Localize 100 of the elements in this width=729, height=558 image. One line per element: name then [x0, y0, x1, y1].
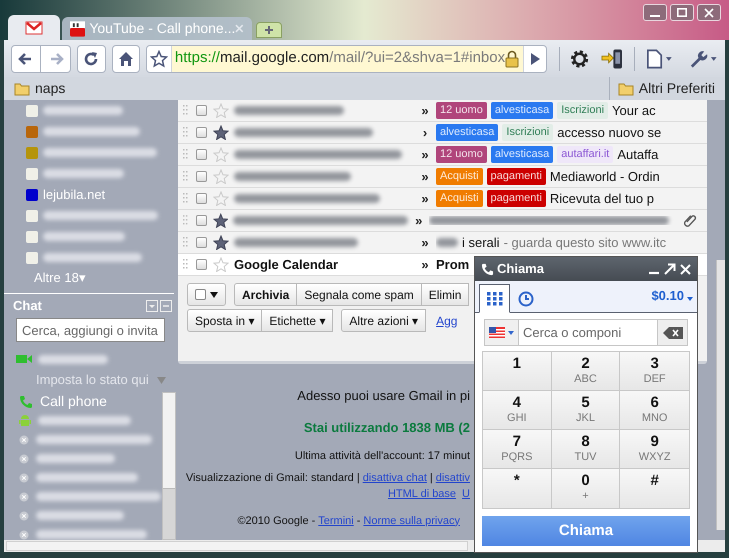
dialer-title: Chiama — [497, 260, 544, 278]
dial-key[interactable]: 2 ABC — [552, 352, 620, 391]
importance-marker: » — [421, 234, 429, 252]
offline-dot-icon — [19, 472, 29, 482]
backspace-icon — [662, 326, 682, 338]
dial-key[interactable]: * — [483, 469, 552, 508]
importance-marker: » — [421, 190, 429, 208]
message-row[interactable]: » 12 uomo alvesticasa autaffari.it Autaffa — [178, 144, 707, 166]
drag-handle-icon[interactable] — [183, 192, 188, 206]
scrollbar[interactable] — [162, 392, 176, 540]
more-link[interactable]: Agg — [436, 312, 458, 330]
dial-key[interactable]: 6 MNO — [620, 391, 689, 430]
bookmark-star-icon[interactable] — [150, 50, 168, 68]
checkbox[interactable] — [196, 105, 207, 116]
dial-key[interactable]: 9 WXYZ — [620, 430, 689, 469]
select-dropdown[interactable] — [187, 283, 226, 306]
dropdown-icon[interactable] — [146, 300, 158, 312]
drag-handle-icon[interactable] — [183, 236, 188, 250]
credit-balance[interactable]: $0.10 — [651, 286, 684, 305]
snippet-text: - guarda questo sito www.itc — [504, 234, 666, 252]
address-bar[interactable]: https://mail.google.com/mail/?ui=2&shva=1#inbox — [146, 44, 548, 72]
label-tag[interactable]: pagamenti — [486, 190, 546, 207]
chat-heading: Chat — [13, 297, 42, 316]
star-icon[interactable] — [213, 125, 229, 140]
close-button[interactable] — [697, 4, 721, 21]
message-row[interactable]: › alvesticasa Iscrizioni accesso nuovo se — [178, 122, 707, 144]
checkbox[interactable] — [196, 193, 207, 204]
phone-arrow-icon[interactable] — [601, 48, 624, 70]
label-tag[interactable]: 12 uomo — [436, 102, 487, 119]
minimize-button[interactable] — [643, 4, 667, 21]
backspace-button[interactable] — [657, 319, 688, 346]
separator-text: | — [430, 470, 433, 486]
checkbox[interactable] — [196, 127, 207, 138]
pop-out-icon[interactable] — [664, 263, 676, 275]
importance-marker: » — [421, 102, 429, 120]
label-tag[interactable]: Iscrizioni — [557, 102, 608, 119]
dial-key[interactable]: 1 — [483, 352, 552, 391]
subject-text: i serali — [462, 234, 500, 252]
label-tag[interactable]: Iscrizioni — [502, 124, 554, 141]
scrollbar[interactable] — [716, 260, 725, 530]
menu-button[interactable]: Etichette ▾ — [262, 309, 334, 332]
checkbox[interactable] — [196, 259, 207, 270]
subject-text: accesso nuovo se — [557, 124, 662, 142]
maximize-button[interactable] — [670, 4, 694, 21]
drag-handle-icon[interactable] — [183, 170, 188, 184]
drag-handle-icon[interactable] — [183, 104, 188, 118]
message-row[interactable]: » Acquisti pagamenti Ricevuta del tuo p — [178, 188, 707, 210]
menu-button[interactable]: Sposta in ▾ — [187, 309, 262, 332]
dial-key[interactable]: 5 JKL — [552, 391, 620, 430]
browser-tab[interactable] — [8, 15, 60, 40]
back-button[interactable] — [11, 44, 41, 72]
checkbox[interactable] — [196, 215, 207, 226]
new-tab-button[interactable] — [256, 22, 282, 38]
message-row[interactable]: » 12 uomo alvesticasa Iscrizioni Your ac — [178, 100, 707, 122]
checkbox[interactable] — [196, 171, 207, 182]
view-mode-text: Visualizzazione di Gmail: standard | — [186, 470, 360, 486]
drag-handle-icon[interactable] — [183, 214, 188, 228]
checkbox[interactable] — [196, 237, 207, 248]
plus-icon — [264, 25, 274, 35]
notice-text: Adesso puoi usare Gmail in pi — [297, 387, 470, 405]
url-text: https://mail.google.com/mail/?ui=2&shva=1#inbox — [174, 48, 506, 68]
drag-handle-icon[interactable] — [183, 148, 188, 162]
copyright-text: ©2010 Google - — [237, 514, 316, 528]
reload-button[interactable] — [77, 44, 106, 72]
offline-dot-icon — [19, 434, 29, 444]
other-bookmarks-folder[interactable]: Altri Preferiti — [618, 78, 715, 99]
action-button[interactable]: Archivia — [234, 283, 298, 306]
checkbox[interactable] — [196, 149, 207, 160]
phone-icon — [481, 262, 494, 276]
label-tag[interactable]: autaffari.it — [557, 146, 614, 163]
menu-button[interactable]: Altre azioni ▾ — [341, 309, 426, 332]
message-row[interactable]: » Acquisti pagamenti Mediaworld - Ordin — [178, 166, 707, 188]
message-row[interactable]: » i serali - guarda questo sito www.itc — [178, 232, 707, 254]
bookmark-folder[interactable]: naps — [14, 78, 66, 99]
dial-key[interactable]: 7 PQRS — [483, 430, 552, 469]
star-icon[interactable] — [212, 213, 228, 228]
dial-key[interactable]: 8 TUV — [552, 430, 620, 469]
dial-key[interactable]: 4 GHI — [483, 391, 552, 430]
label-tag[interactable]: 12 uomo — [436, 146, 487, 163]
drag-handle-icon[interactable] — [183, 126, 188, 140]
action-button[interactable]: Segnala come spam — [297, 283, 422, 306]
home-button[interactable] — [112, 44, 140, 72]
dial-key[interactable]: 3 DEF — [620, 352, 689, 391]
message-row[interactable]: » — [178, 210, 707, 232]
dial-key[interactable]: 0 + — [552, 469, 620, 508]
horizontal-scrollbar[interactable] — [6, 541, 468, 551]
gear-icon[interactable] — [570, 48, 590, 68]
country-selector[interactable] — [484, 319, 519, 346]
caret-down-icon[interactable] — [156, 376, 166, 384]
drag-handle-icon[interactable] — [183, 258, 188, 272]
page-menu-icon[interactable] — [644, 48, 674, 68]
importance-marker: › — [422, 124, 428, 142]
star-icon[interactable] — [213, 235, 229, 250]
dialer-tab[interactable] — [479, 284, 510, 313]
label-tag[interactable]: pagamenti — [486, 168, 546, 185]
dial-search-field[interactable]: Cerca o componi — [519, 319, 657, 346]
chat-search-field[interactable]: Cerca, aggiungi o invita — [16, 318, 165, 342]
action-button[interactable]: Elimin — [422, 283, 470, 306]
dial-key[interactable]: # — [620, 469, 689, 508]
play-icon[interactable] — [529, 52, 542, 66]
